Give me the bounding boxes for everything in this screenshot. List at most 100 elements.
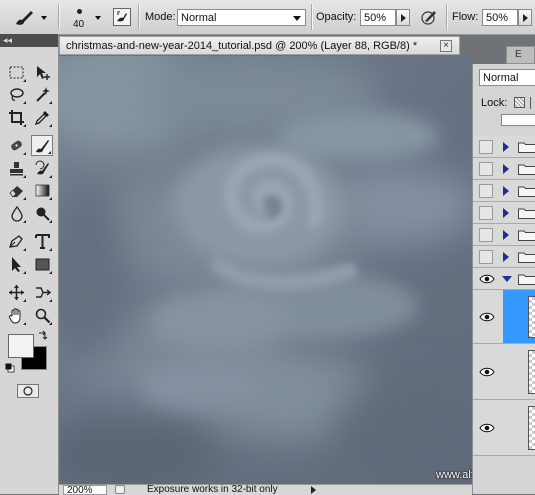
toolbox-collapse[interactable]: ◂◂: [0, 34, 58, 47]
layer-row[interactable]: [473, 290, 535, 344]
move-icon: [36, 66, 50, 80]
expand-group-icon[interactable]: [503, 142, 509, 152]
status-menu-arrow-icon[interactable]: [311, 486, 316, 494]
marquee-tool[interactable]: [5, 62, 27, 83]
brush-size-value: 40: [73, 19, 85, 30]
swap-colors-icon[interactable]: [38, 330, 48, 340]
opacity-input[interactable]: 50%: [360, 9, 396, 26]
canvas[interactable]: [59, 56, 472, 484]
foreground-color-swatch[interactable]: [8, 334, 34, 358]
spot-healing-tool[interactable]: [5, 135, 27, 156]
airbrush-toggle[interactable]: [419, 7, 439, 27]
3d-rotate-icon: [8, 285, 24, 300]
mode-label: Mode:: [145, 11, 176, 23]
3d-rotate-tool[interactable]: [5, 282, 27, 303]
flow-value: 50%: [486, 12, 509, 24]
tool-preset-picker[interactable]: [12, 7, 52, 29]
eyedropper-icon: [34, 111, 49, 126]
brush-panel-toggle[interactable]: [113, 8, 131, 26]
path-selection-tool[interactable]: [5, 254, 27, 275]
brush-preset-icon: [16, 11, 33, 25]
preset-dropdown-arrow: [41, 16, 47, 20]
zoom-icon: [35, 308, 50, 324]
quick-mask-button[interactable]: [17, 384, 39, 398]
folder-icon: [518, 163, 535, 175]
lasso-tool[interactable]: [5, 84, 27, 105]
gradient-icon: [35, 184, 49, 197]
clone-stamp-tool[interactable]: [5, 158, 27, 179]
pen-tool[interactable]: [5, 231, 27, 252]
collapse-arrows-icon: ◂◂: [3, 35, 13, 45]
crop-tool[interactable]: [5, 107, 27, 128]
layer-group-row[interactable]: [473, 246, 535, 268]
visibility-toggle[interactable]: [479, 228, 493, 242]
status-bar: 200% Exposure works in 32-bit only: [59, 484, 472, 495]
move-tool[interactable]: [31, 62, 53, 83]
layer-group-row[interactable]: [473, 202, 535, 224]
hand-tool[interactable]: [5, 305, 27, 326]
expand-group-icon[interactable]: [503, 208, 509, 218]
flow-input[interactable]: 50%: [482, 9, 518, 26]
eye-icon[interactable]: [479, 274, 495, 284]
gradient-tool[interactable]: [31, 180, 53, 201]
visibility-toggle[interactable]: [479, 184, 493, 198]
lock-pixels-icon[interactable]: [530, 97, 535, 109]
brush-size-picker[interactable]: 40: [66, 4, 106, 32]
eraser-icon: [8, 186, 23, 198]
opacity-slider-button[interactable]: [396, 9, 410, 26]
panel-tab[interactable]: E: [506, 46, 535, 64]
visibility-toggle[interactable]: [479, 162, 493, 176]
brush-panel-icon: [117, 11, 127, 22]
chevron-down-icon: [293, 16, 301, 21]
mode-select[interactable]: Normal: [177, 9, 306, 26]
default-colors-icon[interactable]: [5, 363, 15, 373]
layer-row[interactable]: [473, 400, 535, 456]
expand-group-icon[interactable]: [503, 186, 509, 196]
layer-group-row[interactable]: [473, 180, 535, 202]
flow-label: Flow:: [452, 11, 479, 23]
history-brush-icon: [35, 160, 49, 175]
document-tab[interactable]: christmas-and-new-year-2014_tutorial.psd…: [59, 36, 460, 55]
eraser-tool[interactable]: [5, 180, 27, 201]
3d-orbit-tool[interactable]: [31, 282, 53, 303]
visibility-toggle[interactable]: [479, 140, 493, 154]
blur-tool[interactable]: [5, 203, 27, 224]
blend-mode-select[interactable]: Normal: [479, 69, 535, 86]
visibility-toggle[interactable]: [479, 206, 493, 220]
type-tool[interactable]: [31, 231, 53, 252]
folder-icon: [518, 185, 535, 197]
rectangle-shape-tool[interactable]: [31, 254, 53, 275]
folder-icon: [518, 207, 535, 219]
layer-thumbnail: [528, 296, 535, 338]
close-document-icon[interactable]: ×: [440, 40, 452, 52]
layer-group-row[interactable]: [473, 136, 535, 158]
status-info-icon[interactable]: [115, 485, 125, 494]
brush-tool[interactable]: [31, 135, 53, 156]
eyedropper-tool[interactable]: [31, 107, 53, 128]
lock-transparency-icon[interactable]: [514, 97, 525, 108]
expand-group-icon[interactable]: [503, 252, 509, 262]
eye-icon[interactable]: [479, 423, 495, 433]
expand-group-icon[interactable]: [503, 230, 509, 240]
visibility-toggle[interactable]: [479, 250, 493, 264]
layer-group-row[interactable]: [473, 268, 535, 290]
expand-group-icon[interactable]: [503, 164, 509, 174]
hand-icon: [8, 308, 20, 324]
zoom-tool[interactable]: [31, 305, 53, 326]
dodge-tool[interactable]: [31, 203, 53, 224]
status-message: Exposure works in 32-bit only: [147, 484, 278, 495]
collapse-group-icon[interactable]: [502, 276, 512, 282]
path-selection-icon: [11, 257, 21, 272]
document-title: christmas-and-new-year-2014_tutorial.psd…: [66, 40, 418, 52]
layer-group-row[interactable]: [473, 224, 535, 246]
layer-row[interactable]: [473, 344, 535, 400]
eye-icon[interactable]: [479, 312, 495, 322]
clone-stamp-icon: [9, 162, 23, 176]
flow-slider-button[interactable]: [518, 9, 532, 26]
marquee-icon: [9, 66, 23, 79]
magic-wand-tool[interactable]: [31, 84, 53, 105]
layer-group-row[interactable]: [473, 158, 535, 180]
folder-icon: [518, 229, 535, 241]
history-brush-tool[interactable]: [31, 158, 53, 179]
eye-icon[interactable]: [479, 367, 495, 377]
